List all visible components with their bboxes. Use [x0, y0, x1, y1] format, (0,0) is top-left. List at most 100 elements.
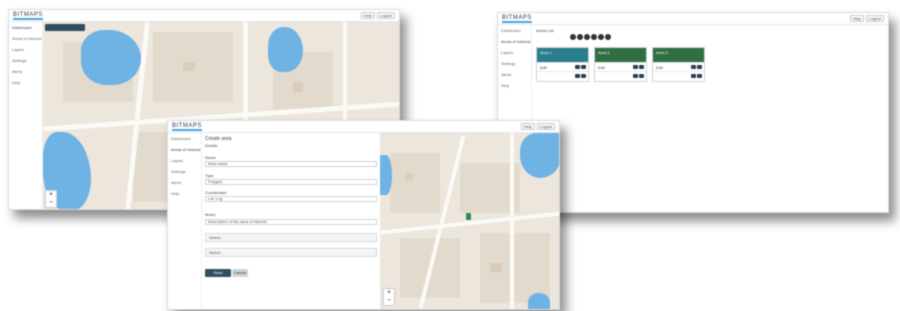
zoom-control[interactable]: + − [45, 190, 57, 208]
circle-icon[interactable] [577, 34, 583, 40]
delete-icon[interactable] [697, 65, 702, 69]
area-card[interactable]: Area 2 Edit [594, 47, 647, 82]
sidebar-item-settings[interactable]: Settings [498, 58, 531, 69]
card-edit-link[interactable]: Edit [598, 65, 605, 70]
edit-icon[interactable] [633, 65, 638, 69]
map-building [490, 263, 502, 272]
sidebar-item-alerts[interactable]: Alerts [9, 66, 42, 77]
share-icon[interactable] [639, 74, 644, 78]
circle-icon[interactable] [570, 34, 576, 40]
card-row: Edit [537, 62, 588, 71]
save-button[interactable]: Save [205, 269, 231, 277]
zoom-out-button[interactable]: − [384, 297, 394, 305]
area-form: Create area Details Name Area name Type … [202, 133, 379, 309]
sidebar-item-areas[interactable]: Areas of Interest [498, 36, 531, 47]
map-building [293, 82, 303, 92]
cancel-button[interactable]: Cancel [232, 269, 248, 277]
top-bar: BITMAPS Help Logout [168, 121, 559, 133]
help-button[interactable]: Help [360, 12, 375, 19]
map-water [81, 30, 141, 85]
map-toolbar[interactable] [45, 24, 85, 31]
sidebar-item-settings[interactable]: Settings [168, 166, 201, 177]
logout-button[interactable]: Logout [376, 12, 395, 19]
card-edit-link[interactable]: Edit [540, 65, 547, 70]
logout-button[interactable]: Logout [536, 123, 555, 130]
card-row [653, 71, 704, 80]
sidebar-item-layers[interactable]: Layers [9, 44, 42, 55]
sidebar-item-areas[interactable]: Areas of Interest [9, 33, 42, 44]
area-card[interactable]: Area 3 Edit [652, 47, 705, 82]
help-button[interactable]: Help [520, 123, 535, 130]
coords-label: Coordinates [205, 190, 227, 195]
map-block [390, 153, 440, 213]
sidebar-item-dashboard[interactable]: Dashboard [168, 133, 201, 144]
circle-icon[interactable] [605, 34, 611, 40]
tab-areas-list[interactable]: Areas List [536, 28, 554, 33]
sidebar-item-help[interactable]: Help [498, 80, 531, 91]
accent-line [502, 21, 532, 23]
help-button[interactable]: Help [849, 15, 864, 22]
zoom-in-button[interactable]: + [46, 191, 56, 199]
card-header: Area 1 [537, 48, 588, 62]
notes-label: Notes [205, 212, 216, 217]
circle-icon[interactable] [584, 34, 590, 40]
form-subtitle: Details [205, 143, 218, 148]
delete-icon[interactable] [581, 65, 586, 69]
sidebar-item-alerts[interactable]: Alerts [498, 69, 531, 80]
type-field[interactable]: Polygon [205, 179, 377, 185]
select-field-2[interactable]: Select... [205, 248, 377, 257]
card-row: Edit [653, 62, 704, 71]
sidebar-item-help[interactable]: Help [168, 188, 201, 199]
notes-field[interactable]: Description of the area of interest [205, 219, 377, 225]
sidebar: Dashboard Areas of Interest Layers Setti… [9, 22, 43, 209]
logout-button[interactable]: Logout [865, 15, 884, 22]
screenshot-form-view: BITMAPS Help Logout Dashboard Areas of I… [167, 120, 560, 310]
name-field[interactable]: Area name [205, 161, 377, 167]
sidebar-item-settings[interactable]: Settings [9, 55, 42, 66]
card-row: Edit [595, 62, 646, 71]
sidebar: Dashboard Areas of Interest Layers Setti… [168, 133, 202, 309]
map-building [405, 173, 413, 180]
sidebar-item-help[interactable]: Help [9, 77, 42, 88]
area-card[interactable]: Area 1 Edit [536, 47, 589, 82]
share-icon[interactable] [697, 74, 702, 78]
coords-field[interactable]: Lat, Lng [205, 196, 377, 202]
zoom-in-button[interactable]: + [384, 289, 394, 297]
map-water [528, 293, 550, 309]
accent-line [172, 129, 202, 131]
form-title: Create area [205, 136, 232, 142]
type-label: Type [205, 173, 214, 178]
map-water [520, 133, 559, 178]
circle-icon[interactable] [591, 34, 597, 40]
delete-icon[interactable] [639, 65, 644, 69]
card-row [595, 71, 646, 80]
zoom-out-button[interactable]: − [46, 199, 56, 207]
top-bar: BITMAPS Help Logout [9, 10, 399, 22]
sidebar-item-alerts[interactable]: Alerts [168, 177, 201, 188]
share-icon[interactable] [581, 74, 586, 78]
map-canvas[interactable]: + − [380, 133, 559, 309]
edit-icon[interactable] [691, 65, 696, 69]
view-icon[interactable] [575, 74, 580, 78]
sidebar-item-dashboard[interactable]: Dashboard [9, 22, 42, 33]
map-building [183, 62, 195, 71]
sidebar-item-layers[interactable]: Layers [498, 47, 531, 58]
zoom-control[interactable]: + − [383, 288, 395, 306]
location-marker-icon[interactable] [466, 213, 471, 220]
sidebar-item-layers[interactable]: Layers [168, 155, 201, 166]
card-header: Area 2 [595, 48, 646, 62]
view-icon[interactable] [633, 74, 638, 78]
sidebar-item-areas[interactable]: Areas of Interest [168, 144, 201, 155]
name-label: Name [205, 155, 216, 160]
select-field-1[interactable]: Select... [205, 233, 377, 242]
circle-icon[interactable] [598, 34, 604, 40]
map-road [510, 133, 514, 309]
stage: BITMAPS Help Logout Dashboard Areas of I… [0, 0, 900, 311]
card-edit-link[interactable]: Edit [656, 65, 663, 70]
sidebar-item-dashboard[interactable]: Dashboard [498, 25, 531, 36]
top-bar: BITMAPS Help Logout [498, 13, 888, 25]
view-icon[interactable] [691, 74, 696, 78]
card-header: Area 3 [653, 48, 704, 62]
edit-icon[interactable] [575, 65, 580, 69]
map-water [380, 155, 392, 195]
